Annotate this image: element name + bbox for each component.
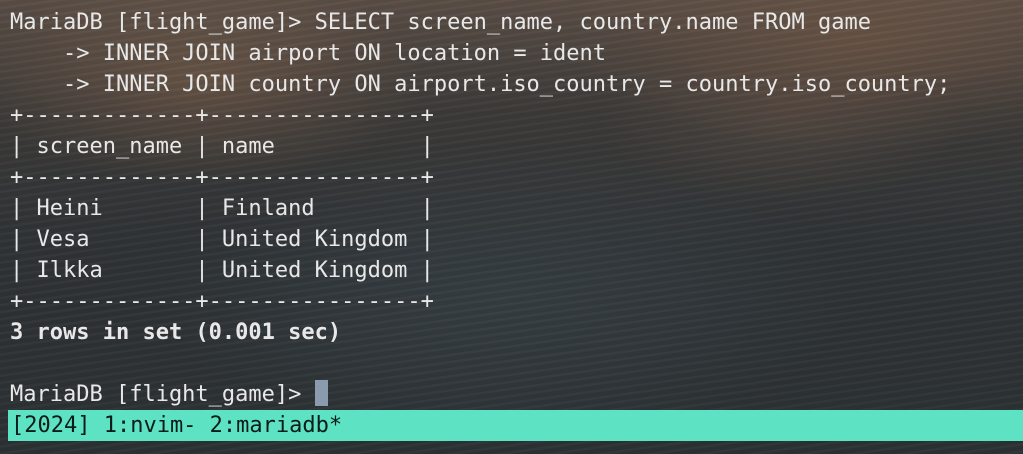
table-border-bottom: +-------------+----------------+ <box>10 289 434 314</box>
table-row: | Heini | Finland | <box>10 196 434 221</box>
tmux-status-text: [2024] 1:nvim- 2:mariadb* <box>11 413 343 438</box>
result-summary: 3 rows in set (0.001 sec) <box>10 320 342 345</box>
table-row: | Vesa | United Kingdom | <box>10 227 434 252</box>
text-cursor <box>314 380 328 406</box>
query-line-3: -> INNER JOIN country ON airport.iso_cou… <box>10 72 951 97</box>
tmux-status-bar[interactable]: [2024] 1:nvim- 2:mariadb* <box>8 410 1023 441</box>
table-border-top: +-------------+----------------+ <box>10 103 434 128</box>
query-line-1: MariaDB [flight_game]> SELECT screen_nam… <box>10 10 871 35</box>
terminal-window[interactable]: MariaDB [flight_game]> SELECT screen_nam… <box>10 7 1015 407</box>
table-row: | Ilkka | United Kingdom | <box>10 258 434 283</box>
table-header-row: | screen_name | name | <box>10 134 434 159</box>
table-border-header: +-------------+----------------+ <box>10 165 434 190</box>
command-prompt-line[interactable]: MariaDB [flight_game]> <box>10 379 328 410</box>
query-line-2: -> INNER JOIN airport ON location = iden… <box>10 41 607 66</box>
prompt-text: MariaDB [flight_game]> <box>10 382 315 407</box>
